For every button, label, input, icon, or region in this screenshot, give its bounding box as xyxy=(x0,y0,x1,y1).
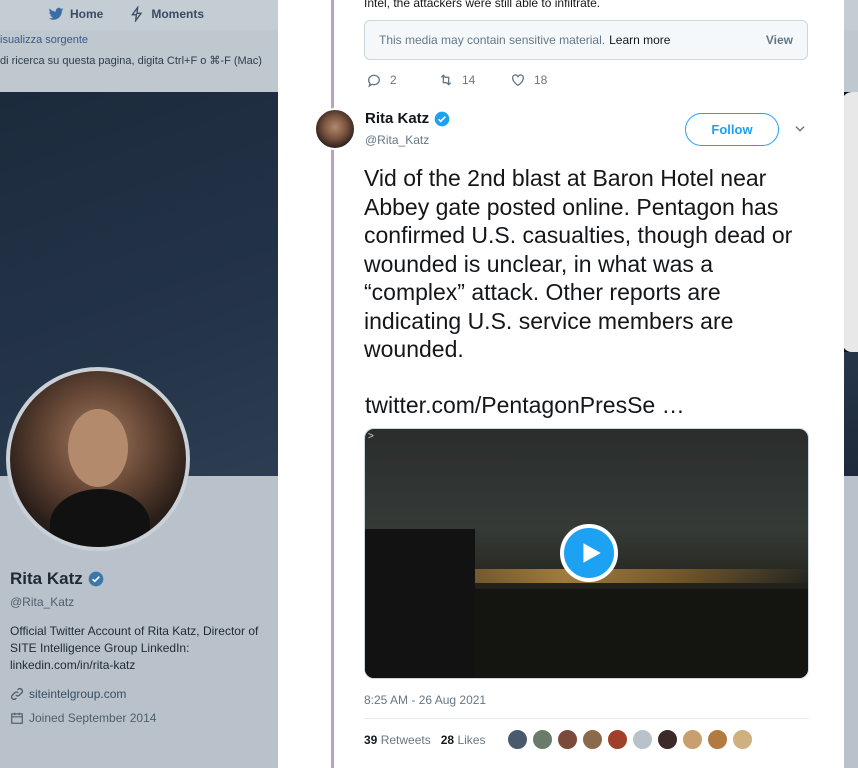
reply-count: 2 xyxy=(390,73,397,87)
profile-handle: @Rita_Katz xyxy=(10,595,75,609)
retweet-icon xyxy=(440,74,452,86)
liker-avatar[interactable] xyxy=(507,729,528,750)
profile-name-text: Rita Katz xyxy=(10,569,83,588)
sensitive-media-notice: This media may contain sensitive materia… xyxy=(364,20,808,60)
learn-more-link[interactable]: Learn more xyxy=(609,33,670,47)
retweets-stat[interactable]: 39 Retweets xyxy=(364,733,431,747)
like-action[interactable]: 18 xyxy=(510,72,582,88)
reply-action[interactable]: 2 xyxy=(366,72,438,88)
liker-avatar[interactable] xyxy=(682,729,703,750)
liker-avatar[interactable] xyxy=(557,729,578,750)
liker-avatar[interactable] xyxy=(732,729,753,750)
tweet-author-name-text: Rita Katz xyxy=(365,110,430,127)
liker-avatars xyxy=(507,729,753,750)
previous-tweet-actions: 2 14 18 xyxy=(366,72,582,88)
profile-avatar[interactable] xyxy=(6,367,190,551)
nav-home-label: Home xyxy=(70,7,104,21)
liker-avatar[interactable] xyxy=(707,729,728,750)
tweet-text: Vid of the 2nd blast at Baron Hotel near… xyxy=(364,165,793,362)
profile-bio: Official Twitter Account of Rita Katz, D… xyxy=(10,624,259,672)
tweet-stats: 39 Retweets 28 Likes xyxy=(364,733,485,747)
tweet-author-name[interactable]: Rita Katz xyxy=(365,110,450,127)
sensitive-notice-text: This media may contain sensitive materia… xyxy=(379,33,606,47)
video-marker: > xyxy=(368,431,374,442)
liker-avatar[interactable] xyxy=(657,729,678,750)
video-player[interactable]: > xyxy=(364,428,809,679)
reply-icon xyxy=(368,74,380,88)
like-count: 18 xyxy=(534,73,548,87)
nav-moments[interactable]: Moments xyxy=(129,6,204,22)
lightning-icon xyxy=(131,6,143,22)
profile-joined: Joined September 2014 xyxy=(10,711,156,725)
play-button[interactable] xyxy=(560,524,618,582)
top-nav: Home Moments xyxy=(48,6,204,22)
heart-icon xyxy=(512,74,524,87)
liker-avatar[interactable] xyxy=(607,729,628,750)
verified-icon xyxy=(434,111,450,126)
liker-avatar[interactable] xyxy=(532,729,553,750)
tweet-link[interactable]: twitter.com/PentagonPresSe … xyxy=(365,392,685,419)
liker-avatar[interactable] xyxy=(582,729,603,750)
link-icon xyxy=(10,687,24,701)
notice-line-2: di ricerca su questa pagina, digita Ctrl… xyxy=(0,55,262,67)
follow-button[interactable]: Follow xyxy=(685,113,779,146)
tweet-author-avatar[interactable] xyxy=(314,108,356,150)
likes-stat[interactable]: 28 Likes xyxy=(441,733,486,747)
liker-avatar[interactable] xyxy=(632,729,653,750)
previous-tweet-text: Intel, the attackers were still able to … xyxy=(364,0,601,10)
nav-home[interactable]: Home xyxy=(48,6,103,22)
retweet-action[interactable]: 14 xyxy=(438,72,510,88)
view-button[interactable]: View xyxy=(766,33,793,47)
divider xyxy=(364,718,809,719)
notice-line-1[interactable]: isualizza sorgente xyxy=(0,34,88,46)
retweet-count: 14 xyxy=(462,73,476,87)
profile-name: Rita Katz xyxy=(10,569,104,589)
play-icon xyxy=(583,543,601,563)
tweet-author-handle[interactable]: @Rita_Katz xyxy=(365,133,429,147)
verified-icon xyxy=(88,571,104,587)
calendar-icon xyxy=(11,712,23,724)
profile-joined-text: Joined September 2014 xyxy=(29,711,157,725)
home-bird-icon xyxy=(48,7,64,20)
tweet-timestamp[interactable]: 8:25 AM - 26 Aug 2021 xyxy=(364,693,486,707)
nav-moments-label: Moments xyxy=(151,7,205,21)
chevron-down-icon[interactable] xyxy=(793,122,807,136)
profile-website[interactable]: siteintelgroup.com xyxy=(10,687,126,701)
profile-website-text: siteintelgroup.com xyxy=(29,687,127,701)
